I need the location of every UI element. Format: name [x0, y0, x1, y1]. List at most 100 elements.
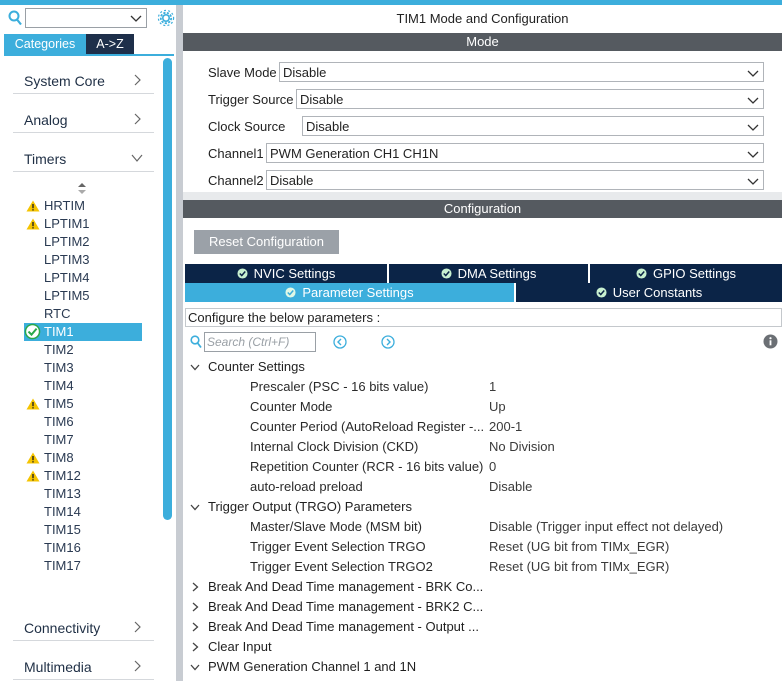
- category-analog[interactable]: Analog: [13, 105, 154, 133]
- parameter-group[interactable]: Break And Dead Time management - BRK2 C.…: [185, 597, 782, 617]
- gear-icon[interactable]: [157, 9, 175, 27]
- sidebar-scrollbar[interactable]: [163, 58, 172, 520]
- configure-hint: Configure the below parameters :: [185, 308, 782, 327]
- parameter-row[interactable]: Master/Slave Mode (MSM bit) Disable (Trig…: [185, 517, 782, 537]
- timer-item-tim7[interactable]: TIM7: [24, 431, 142, 449]
- tab-parameter-settings[interactable]: Parameter Settings: [185, 283, 514, 302]
- timer-item-tim8[interactable]: TIM8: [24, 449, 142, 467]
- parameter-value[interactable]: 1: [489, 379, 496, 394]
- chevron-right-icon: [134, 621, 141, 633]
- parameter-row[interactable]: Prescaler (PSC - 16 bits value) 1: [185, 377, 782, 397]
- tab-nvic-settings[interactable]: NVIC Settings: [185, 264, 387, 283]
- timer-item-label: LPTIM2: [44, 234, 90, 249]
- parameter-group[interactable]: Clear Input: [185, 637, 782, 657]
- warning-icon: [26, 200, 40, 212]
- parameter-value[interactable]: Up: [489, 399, 506, 414]
- parameter-row[interactable]: Internal Clock Division (CKD) No Division: [185, 437, 782, 457]
- previous-match-icon[interactable]: [333, 335, 347, 349]
- timer-item-lptim5[interactable]: LPTIM5: [24, 287, 142, 305]
- category-system-core[interactable]: System Core: [13, 66, 154, 94]
- mode-field-trigger-source: Trigger Source Disable: [204, 89, 764, 111]
- chevron-down-icon: [130, 15, 142, 22]
- tab-categories[interactable]: Categories: [4, 34, 86, 54]
- timer-item-lptim2[interactable]: LPTIM2: [24, 233, 142, 251]
- timer-item-hrtim[interactable]: HRTIM: [24, 197, 142, 215]
- parameter-row[interactable]: Repetition Counter (RCR - 16 bits value)…: [185, 457, 782, 477]
- parameter-name: Master/Slave Mode (MSM bit): [250, 519, 422, 534]
- timer-item-tim2[interactable]: TIM2: [24, 341, 142, 359]
- sort-arrows-icon[interactable]: [77, 183, 87, 195]
- timer-item-tim12[interactable]: TIM12: [24, 467, 142, 485]
- timer-item-tim14[interactable]: TIM14: [24, 503, 142, 521]
- mode-field-channel1: Channel1 PWM Generation CH1 CH1N: [204, 143, 764, 165]
- trigger-source-select[interactable]: Disable: [296, 89, 764, 109]
- search-icon: [190, 335, 202, 349]
- parameter-row[interactable]: Counter Mode Up: [185, 397, 782, 417]
- category-label: Connectivity: [24, 620, 101, 636]
- parameter-value[interactable]: Disable: [489, 479, 532, 494]
- tab-user-constants[interactable]: User Constants: [516, 283, 782, 302]
- timer-item-lptim1[interactable]: LPTIM1: [24, 215, 142, 233]
- timer-item-tim3[interactable]: TIM3: [24, 359, 142, 377]
- parameter-row[interactable]: Counter Period (AutoReload Register -...…: [185, 417, 782, 437]
- parameter-value[interactable]: Reset (UG bit from TIMx_EGR): [489, 559, 669, 574]
- parameter-row[interactable]: Trigger Event Selection TRGO2 Reset (UG b…: [185, 557, 782, 577]
- parameter-group[interactable]: Break And Dead Time management - Output …: [185, 617, 782, 637]
- select-value: Disable: [300, 92, 344, 107]
- tab-label: GPIO Settings: [652, 266, 737, 281]
- parameter-value[interactable]: 0: [489, 459, 496, 474]
- tab-dma-settings[interactable]: DMA Settings: [389, 264, 588, 283]
- reset-configuration-button[interactable]: Reset Configuration: [194, 230, 339, 254]
- timer-item-label: HRTIM: [44, 198, 85, 213]
- check-circle-icon: [636, 268, 647, 279]
- search-combobox[interactable]: [25, 8, 147, 28]
- clock-source-select[interactable]: Disable: [302, 116, 764, 136]
- parameter-group-title: Break And Dead Time management - BRK Co.…: [208, 579, 484, 594]
- warning-icon: [26, 398, 40, 410]
- parameter-value[interactable]: Disable (Trigger input effect not delaye…: [489, 519, 723, 534]
- tab-a-z[interactable]: A->Z: [86, 34, 134, 54]
- select-value: Disable: [270, 173, 314, 188]
- panel-splitter[interactable]: [176, 5, 183, 681]
- category-timers[interactable]: Timers: [13, 144, 154, 172]
- channel1-select[interactable]: PWM Generation CH1 CH1N: [266, 143, 764, 163]
- timer-item-tim4[interactable]: TIM4: [24, 377, 142, 395]
- next-match-icon[interactable]: [381, 335, 395, 349]
- category-connectivity[interactable]: Connectivity: [13, 613, 154, 641]
- timer-item-label: LPTIM1: [44, 216, 90, 231]
- timer-item-tim6[interactable]: TIM6: [24, 413, 142, 431]
- timer-item-rtc[interactable]: RTC: [24, 305, 142, 323]
- chevron-down-icon: [747, 151, 759, 158]
- timer-item-lptim3[interactable]: LPTIM3: [24, 251, 142, 269]
- timer-item-lptim4[interactable]: LPTIM4: [24, 269, 142, 287]
- timer-item-tim15[interactable]: TIM15: [24, 521, 142, 539]
- parameter-row[interactable]: Trigger Event Selection TRGO Reset (UG bi…: [185, 537, 782, 557]
- parameter-group[interactable]: Counter Settings: [185, 357, 782, 377]
- timer-item-label: TIM2: [44, 342, 74, 357]
- timer-item-tim1[interactable]: TIM1: [24, 323, 142, 341]
- tab-gpio-settings[interactable]: GPIO Settings: [590, 264, 782, 283]
- parameter-group[interactable]: Break And Dead Time management - BRK Co.…: [185, 577, 782, 597]
- parameter-group[interactable]: PWM Generation Channel 1 and 1N: [185, 657, 782, 677]
- slave-mode-select[interactable]: Disable: [279, 62, 764, 82]
- parameter-row[interactable]: auto-reload preload Disable: [185, 477, 782, 497]
- check-circle-icon: [441, 268, 452, 279]
- timer-item-tim16[interactable]: TIM16: [24, 539, 142, 557]
- chevron-down-icon: [747, 124, 759, 131]
- parameter-value[interactable]: Reset (UG bit from TIMx_EGR): [489, 539, 669, 554]
- search-icon[interactable]: [8, 10, 22, 26]
- parameter-value[interactable]: No Division: [489, 439, 555, 454]
- timer-item-label: TIM8: [44, 450, 74, 465]
- category-multimedia[interactable]: Multimedia: [13, 652, 154, 680]
- parameter-group[interactable]: Trigger Output (TRGO) Parameters: [185, 497, 782, 517]
- parameter-value[interactable]: 200-1: [489, 419, 522, 434]
- timer-item-label: LPTIM3: [44, 252, 90, 267]
- timer-item-tim13[interactable]: TIM13: [24, 485, 142, 503]
- channel2-select[interactable]: Disable: [266, 170, 764, 190]
- timer-item-tim5[interactable]: TIM5: [24, 395, 142, 413]
- configuration-section-header: Configuration: [183, 200, 782, 218]
- timer-item-tim17[interactable]: TIM17: [24, 557, 142, 575]
- parameter-name: Internal Clock Division (CKD): [250, 439, 419, 454]
- info-icon[interactable]: [763, 334, 778, 349]
- parameter-search-input[interactable]: Search (Ctrl+F): [204, 332, 316, 352]
